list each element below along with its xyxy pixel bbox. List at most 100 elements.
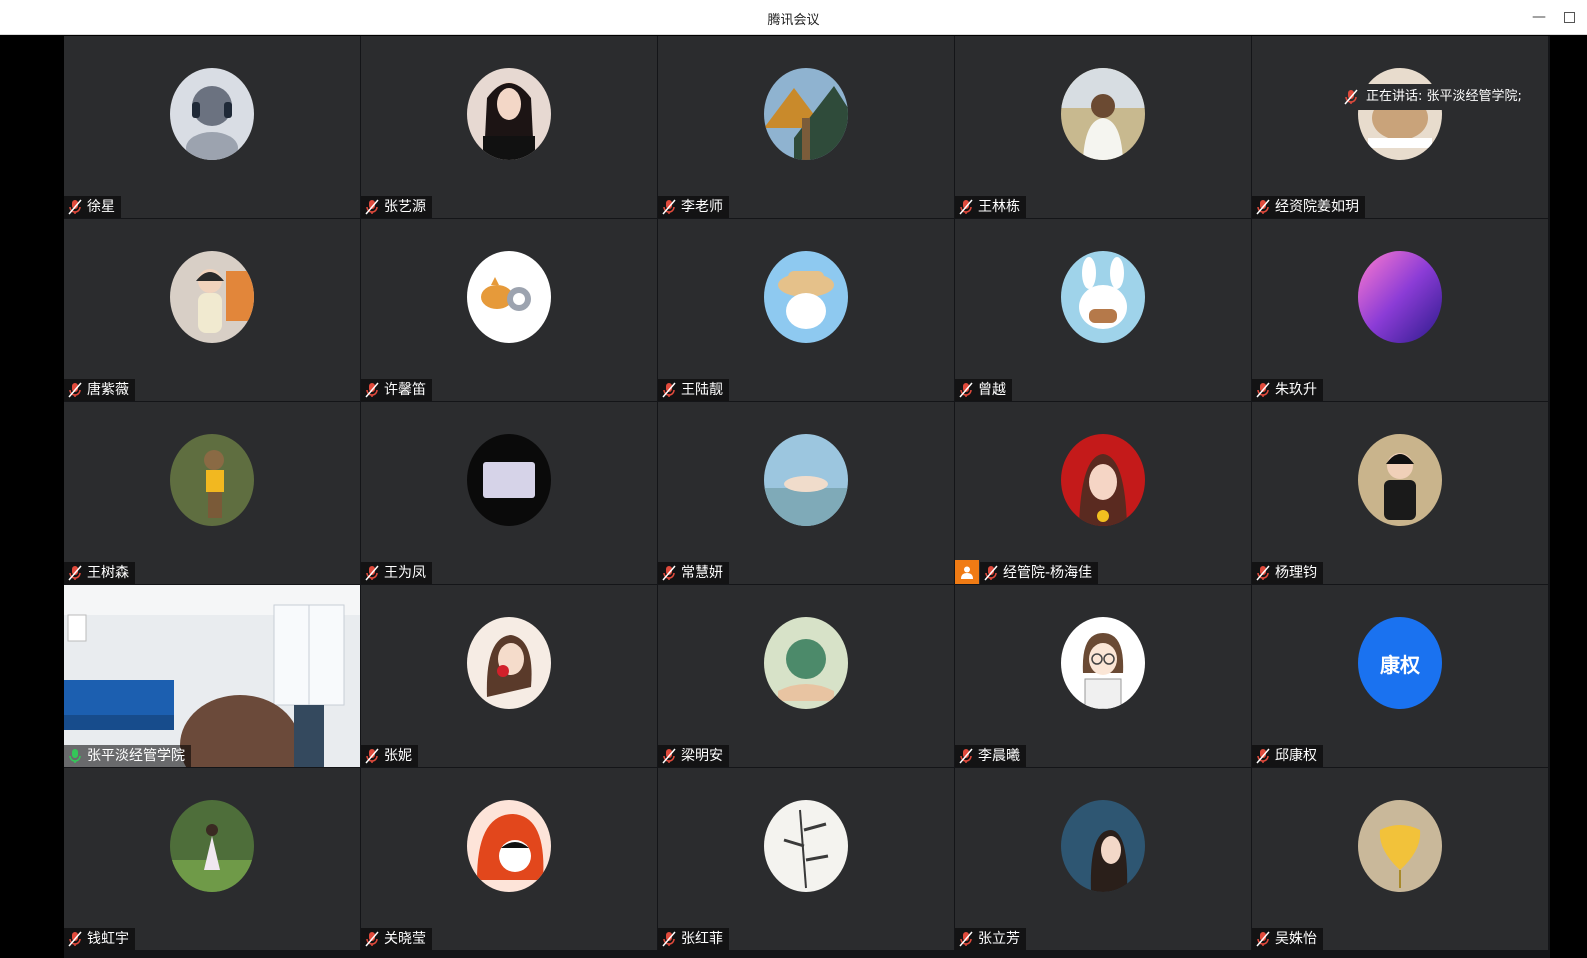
avatar[interactable] [467,434,551,526]
avatar[interactable] [764,68,848,160]
participant-name: 李老师 [681,199,723,215]
avatar[interactable] [764,800,848,892]
participant-name: 经管院-杨海佳 [1003,565,1093,581]
avatar[interactable] [1358,434,1442,526]
maximize-icon[interactable] [1558,6,1580,28]
minimize-icon[interactable]: — [1528,6,1550,28]
avatar[interactable] [467,617,551,709]
participant-name: 钱虹宇 [87,931,129,947]
participant-tile[interactable]: 吴姝怡 [1252,768,1548,950]
participant-name-tag: 吴姝怡 [1252,928,1323,950]
participant-name-tag: 经资院姜如玥 [1252,196,1365,218]
participant-name-tag: 张立芳 [955,928,1026,950]
avatar[interactable] [764,251,848,343]
muted-mic-icon [365,382,379,398]
participant-tile[interactable]: 康权邱康权 [1252,585,1548,767]
participant-tile[interactable]: 张平淡经管学院 [64,585,360,767]
avatar[interactable] [170,251,254,343]
avatar[interactable] [1358,68,1442,160]
avatar[interactable] [170,68,254,160]
participant-tile[interactable]: 钱虹宇 [64,768,360,950]
participant-tile[interactable]: 经管院-杨海佳 [955,402,1251,584]
avatar[interactable] [1061,800,1145,892]
participant-name-tag: 徐星 [64,196,121,218]
participant-tile[interactable]: 李老师 [658,36,954,218]
title-bar: 腾讯会议 — [0,0,1587,35]
participant-tile[interactable]: 王树森 [64,402,360,584]
participant-tile[interactable]: 曾越 [955,219,1251,401]
avatar[interactable] [1358,800,1442,892]
participant-tile[interactable]: 经资院姜如玥 [1252,36,1548,218]
muted-mic-icon [662,382,676,398]
participant-tile[interactable]: 梁明安 [658,585,954,767]
participant-name-tag: 张红菲 [658,928,729,950]
participant-tile[interactable]: 王陆靓 [658,219,954,401]
mic-active-icon [69,749,81,763]
avatar[interactable] [170,800,254,892]
participant-tile[interactable]: 许馨笛 [361,219,657,401]
participant-name-tag: 钱虹宇 [64,928,135,950]
participant-name-tag: 张平淡经管学院 [64,745,191,767]
participant-name: 梁明安 [681,748,723,764]
participant-tile[interactable]: 朱玖升 [1252,219,1548,401]
participant-name-tag: 经管院-杨海佳 [980,562,1099,584]
participant-tile[interactable]: 唐紫薇 [64,219,360,401]
participant-name-tag: 王林栋 [955,196,1026,218]
participant-name-tag: 张艺源 [361,196,432,218]
participant-name: 经资院姜如玥 [1275,199,1359,215]
participant-name: 关晓莹 [384,931,426,947]
participant-name-tag: 杨理钧 [1252,562,1323,584]
participant-name: 王为凤 [384,565,426,581]
participant-name: 杨理钧 [1275,565,1317,581]
avatar[interactable] [467,251,551,343]
muted-mic-icon [1256,565,1270,581]
muted-mic-icon [68,199,82,215]
muted-mic-icon [1256,931,1270,947]
avatar[interactable] [1358,251,1442,343]
avatar[interactable] [467,800,551,892]
avatar[interactable] [764,617,848,709]
muted-mic-icon [662,931,676,947]
muted-mic-icon [68,565,82,581]
avatar[interactable] [1061,617,1145,709]
participant-name-tag: 梁明安 [658,745,729,767]
participant-tile[interactable]: 杨理钧 [1252,402,1548,584]
avatar[interactable] [170,434,254,526]
participant-name: 朱玖升 [1275,382,1317,398]
participant-name: 常慧妍 [681,565,723,581]
avatar[interactable] [1061,434,1145,526]
participant-tile[interactable]: 张艺源 [361,36,657,218]
avatar[interactable]: 康权 [1358,617,1442,709]
participant-tile[interactable]: 张妮 [361,585,657,767]
speaking-text: 正在讲话: 张平淡经管学院; [1366,89,1522,104]
participant-name: 王林栋 [978,199,1020,215]
participant-name: 李晨曦 [978,748,1020,764]
participant-name-tag: 王为凤 [361,562,432,584]
muted-mic-icon [365,565,379,581]
participant-tile[interactable]: 李晨曦 [955,585,1251,767]
avatar[interactable] [1061,251,1145,343]
participant-name: 曾越 [978,382,1006,398]
avatar[interactable] [467,68,551,160]
muted-mic-icon [365,931,379,947]
participant-name: 唐紫薇 [87,382,129,398]
participant-tile[interactable]: 张红菲 [658,768,954,950]
participant-tile[interactable]: 王为凤 [361,402,657,584]
participant-tile[interactable]: 常慧妍 [658,402,954,584]
participant-tile[interactable]: 关晓莹 [361,768,657,950]
participant-name: 张立芳 [978,931,1020,947]
participant-name-tag: 邱康权 [1252,745,1323,767]
avatar[interactable] [1061,68,1145,160]
participant-name: 王陆靓 [681,382,723,398]
participant-name-tag: 李晨曦 [955,745,1026,767]
avatar[interactable] [764,434,848,526]
participant-tile[interactable]: 王林栋 [955,36,1251,218]
participant-name: 徐星 [87,199,115,215]
muted-mic-icon [662,748,676,764]
participant-name-tag: 王陆靓 [658,379,729,401]
muted-mic-icon [959,382,973,398]
participant-tile[interactable]: 张立芳 [955,768,1251,950]
muted-mic-icon [68,931,82,947]
participant-name: 王树森 [87,565,129,581]
participant-tile[interactable]: 徐星 [64,36,360,218]
